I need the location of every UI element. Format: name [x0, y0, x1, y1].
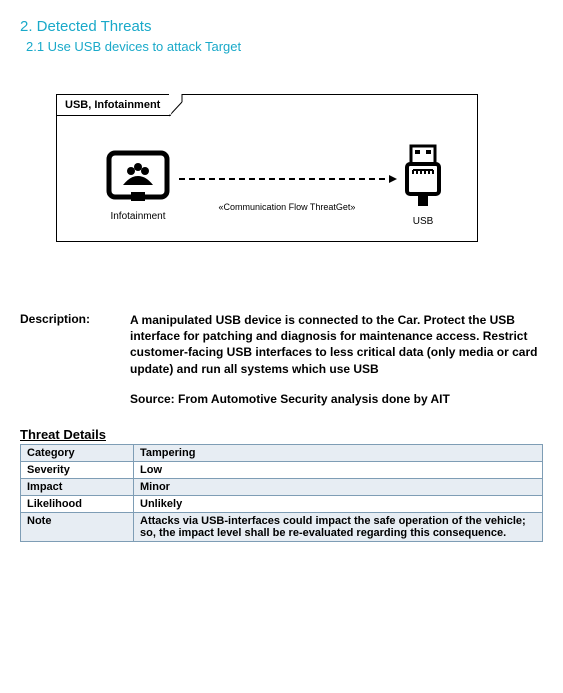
threat-details-heading: Threat Details	[20, 427, 543, 442]
dashed-arrow-icon	[179, 178, 395, 180]
cell-key: Severity	[21, 461, 134, 478]
description-label: Description:	[20, 312, 130, 407]
section-heading: 2. Detected Threats	[20, 18, 543, 35]
cell-val: Attacks via USB-interfaces could impact …	[134, 512, 543, 541]
infotainment-label: Infotainment	[110, 211, 165, 222]
table-row: Severity Low	[21, 461, 543, 478]
cell-key: Likelihood	[21, 495, 134, 512]
usb-icon	[403, 144, 443, 210]
description-text: A manipulated USB device is connected to…	[130, 312, 543, 377]
cell-key: Note	[21, 512, 134, 541]
subsection-heading: 2.1 Use USB devices to attack Target	[26, 39, 543, 54]
table-row: Impact Minor	[21, 478, 543, 495]
description-block: Description: A manipulated USB device is…	[20, 312, 543, 407]
table-row: Note Attacks via USB-interfaces could im…	[21, 512, 543, 541]
cell-val: Low	[134, 461, 543, 478]
cell-val: Minor	[134, 478, 543, 495]
threat-details-table: Category Tampering Severity Low Impact M…	[20, 444, 543, 542]
diagram-tab-label: USB, Infotainment	[65, 99, 160, 111]
cell-key: Impact	[21, 478, 134, 495]
tab-corner-icon	[169, 94, 183, 117]
table-row: Category Tampering	[21, 444, 543, 461]
usb-node: USB	[403, 144, 443, 227]
flow-label: «Communication Flow ThreatGet»	[219, 202, 356, 212]
infotainment-node: Infotainment	[105, 149, 171, 222]
threat-diagram: USB, Infotainment Infotainment «Communic…	[56, 94, 478, 242]
usb-label: USB	[413, 216, 434, 227]
diagram-tab: USB, Infotainment	[56, 95, 171, 116]
cell-val: Tampering	[134, 444, 543, 461]
description-source: Source: From Automotive Security analysi…	[130, 391, 543, 407]
flow-arrow: «Communication Flow ThreatGet»	[171, 178, 403, 212]
cell-key: Category	[21, 444, 134, 461]
table-row: Likelihood Unlikely	[21, 495, 543, 512]
infotainment-icon	[105, 149, 171, 205]
cell-val: Unlikely	[134, 495, 543, 512]
